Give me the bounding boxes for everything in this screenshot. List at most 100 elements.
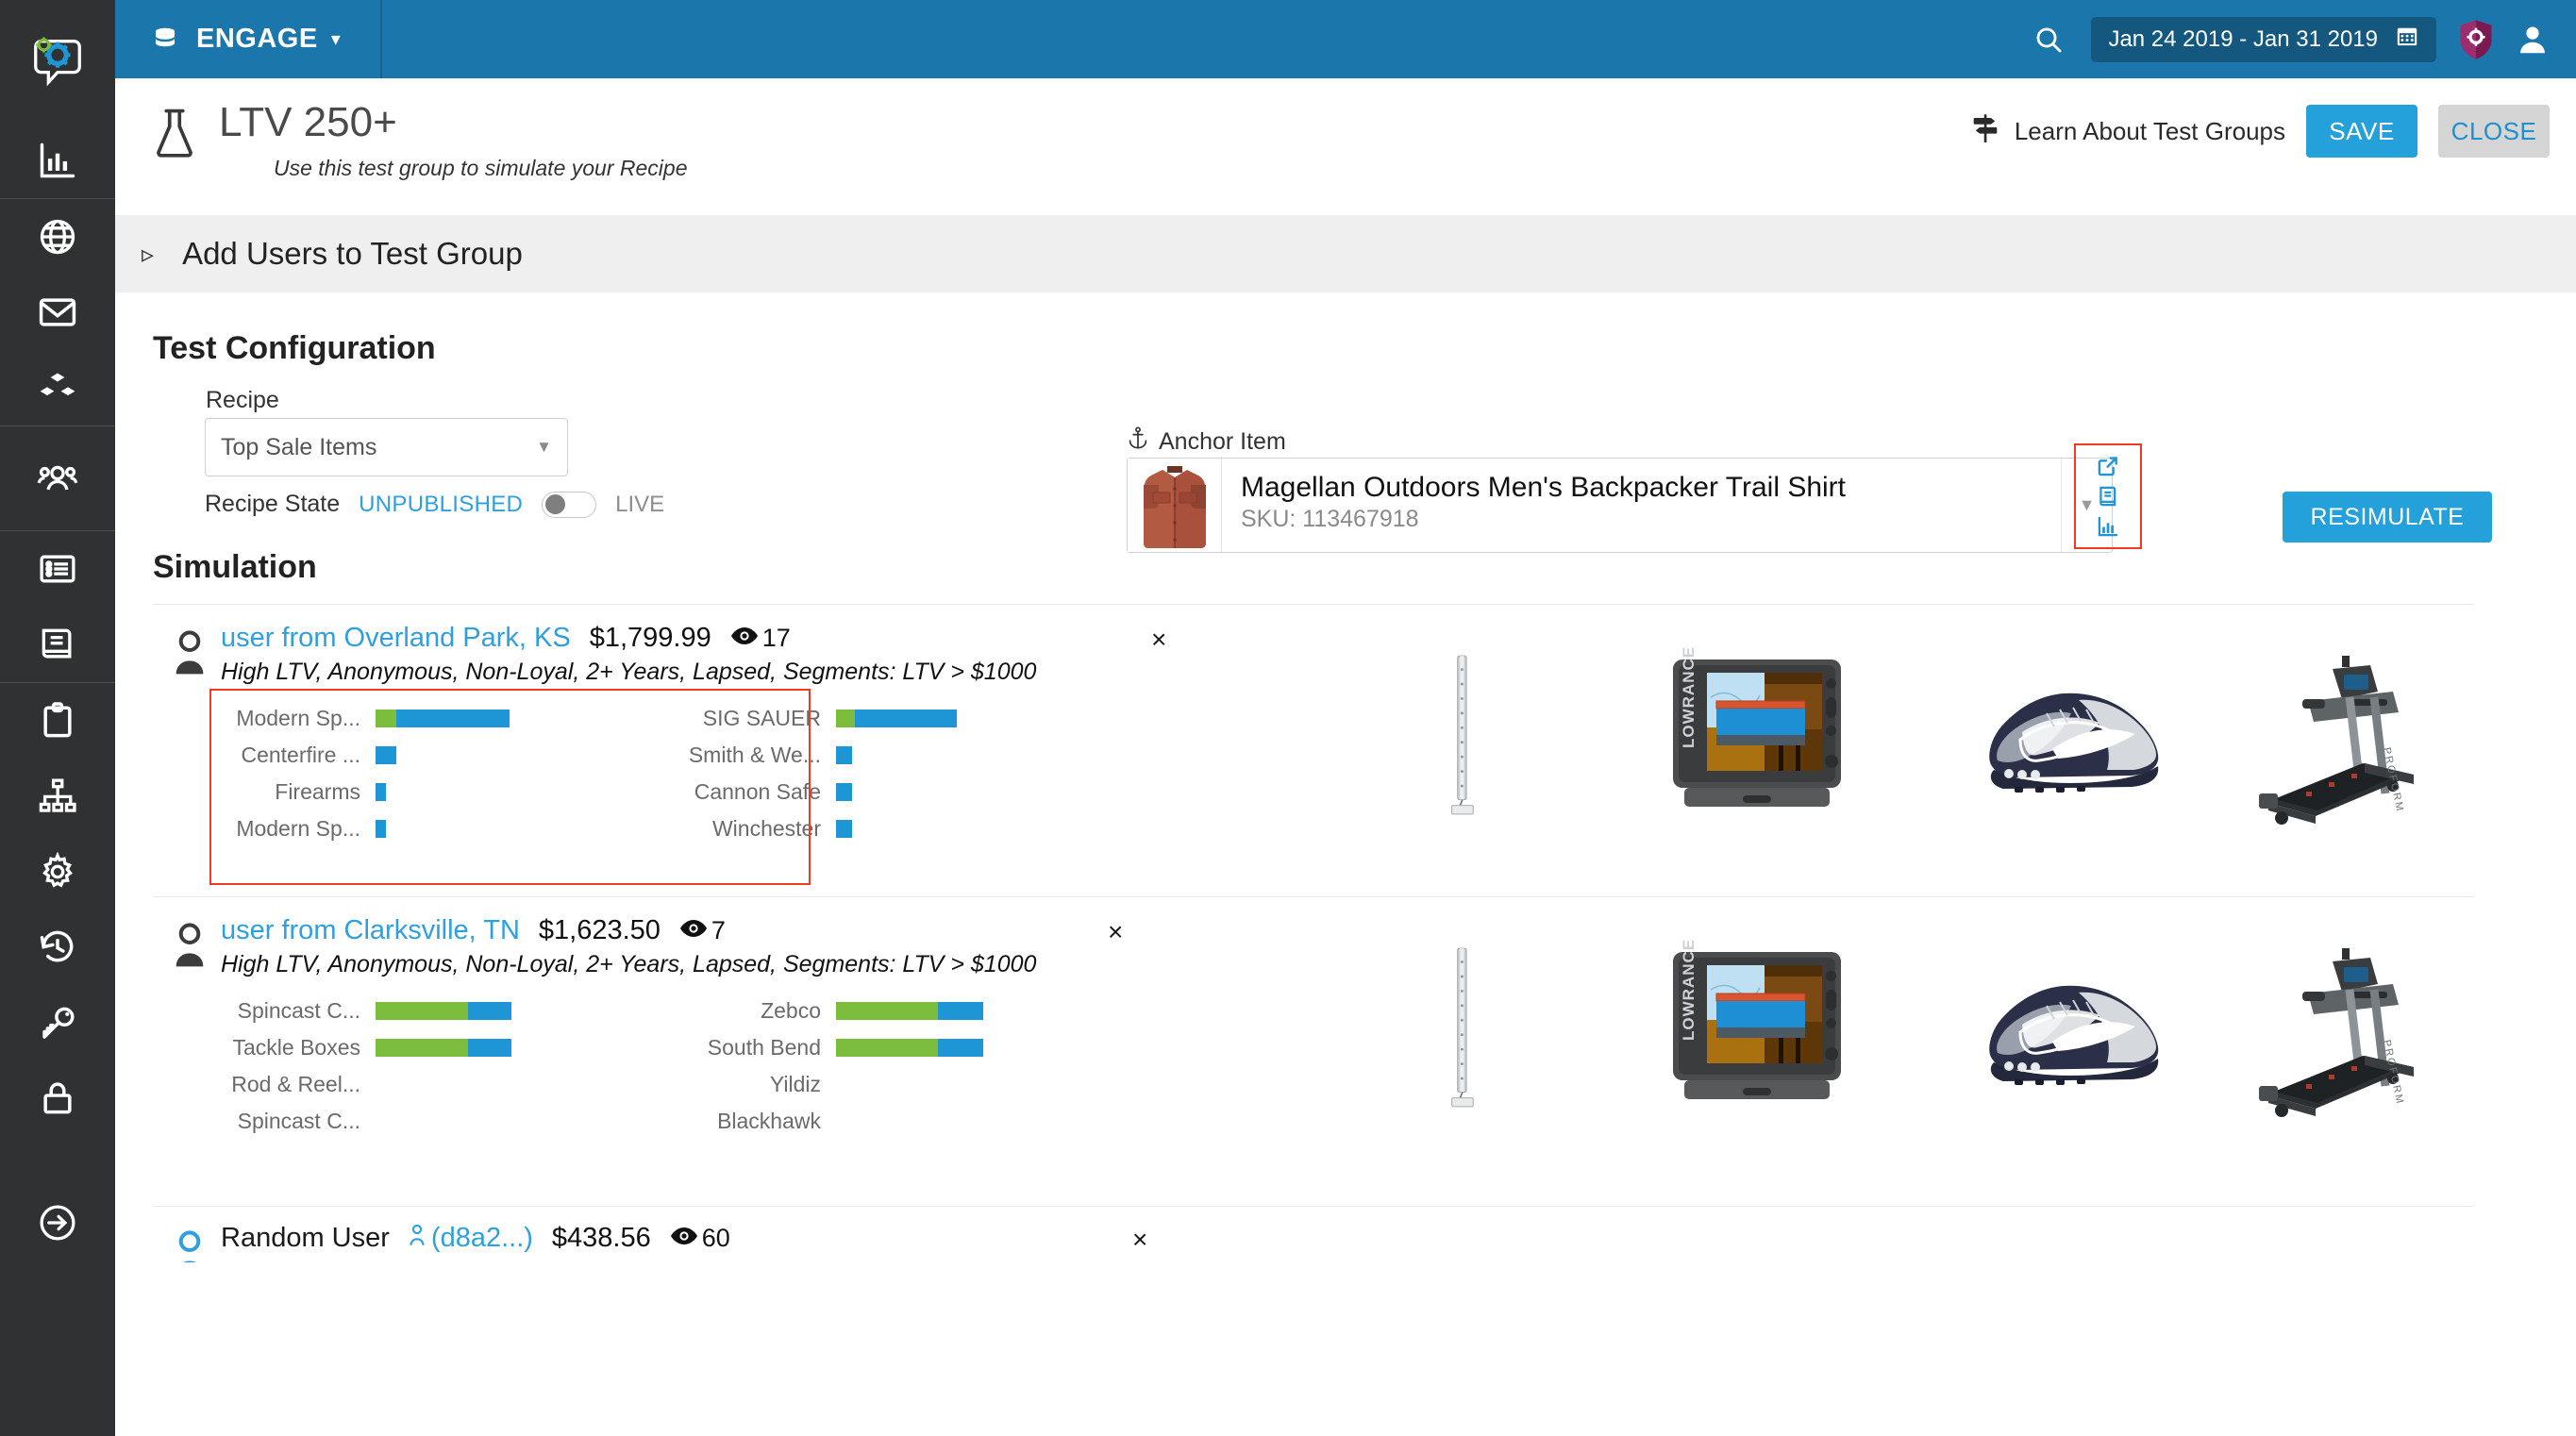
user-amount: $1,799.99 — [589, 623, 711, 653]
bar-segment-blue — [468, 1002, 511, 1020]
sidebar-group-4 — [0, 531, 115, 682]
add-users-to-test-group-section[interactable]: ▹ Add Users to Test Group — [115, 215, 2576, 292]
product-ladder-stand[interactable] — [1332, 640, 1599, 828]
anchor-item-select[interactable]: Magellan Outdoors Men's Backpacker Trail… — [1127, 458, 2113, 553]
sidebar-item-logout[interactable] — [0, 1185, 115, 1261]
recipe-select[interactable]: Top Sale Items ▼ — [205, 418, 568, 476]
sidebar-item-lists[interactable] — [0, 531, 115, 607]
analytics-bar-chart-icon — [37, 140, 78, 181]
learn-link-label: Learn About Test Groups — [2014, 116, 2285, 145]
bar-label: Smith & We... — [688, 743, 821, 767]
bar-label: Firearms — [275, 779, 360, 804]
remove-user-button[interactable]: × — [1132, 1225, 1147, 1255]
learn-about-test-groups-link[interactable]: Learn About Test Groups — [1969, 112, 2285, 151]
calendar-icon — [2395, 24, 2419, 55]
affinity-bars-categories: Modern Sp... Centerfire ... Firearms Modern… — [219, 706, 672, 842]
sidebar-item-analytics[interactable] — [0, 123, 115, 198]
sidebar-item-history[interactable] — [0, 910, 115, 985]
product-treadmill[interactable]: PROFORM — [2246, 932, 2513, 1121]
sidebar-item-security[interactable] — [0, 1060, 115, 1136]
date-range-picker[interactable]: Jan 24 2019 - Jan 31 2019 — [2091, 16, 2436, 62]
row-divider — [153, 604, 2474, 605]
product-nike-shoe[interactable] — [1941, 932, 2208, 1121]
brand-label: ENGAGE — [196, 24, 318, 54]
anchor-item-thumbnail — [1128, 459, 1222, 552]
lock-icon — [37, 1077, 78, 1119]
product-treadmill[interactable]: PROFORM — [2246, 640, 2513, 828]
bar-track — [376, 1002, 672, 1020]
recommended-products: LOWRANCE PROFORM — [1332, 932, 2512, 1121]
date-range-label: Jan 24 2019 - Jan 31 2019 — [2108, 25, 2378, 52]
bar-label: Rod & Reel... — [231, 1072, 360, 1096]
bar-label: Cannon Safe — [694, 779, 821, 804]
globe-icon — [37, 216, 78, 258]
sidebar-item-api-keys[interactable] — [0, 985, 115, 1060]
sidebar-item-hierarchy[interactable] — [0, 759, 115, 834]
sidebar-item-products[interactable] — [0, 350, 115, 426]
product-lowrance-fishfinder[interactable]: LOWRANCE — [1637, 640, 1904, 828]
user-avatar-icon[interactable] — [2516, 23, 2550, 57]
save-button[interactable]: SAVE — [2306, 105, 2417, 158]
sidebar-item-catalog[interactable] — [0, 607, 115, 682]
engage-logo-icon[interactable] — [0, 0, 115, 123]
product-lowrance-fishfinder[interactable]: LOWRANCE — [1637, 932, 1904, 1121]
toggle-knob — [545, 494, 566, 514]
bar-label: SIG SAUER — [702, 706, 821, 730]
bar-track — [836, 1002, 1132, 1020]
anchor-item-sku: SKU: 113467918 — [1241, 506, 1419, 532]
remove-user-button[interactable]: × — [1151, 625, 1166, 655]
bar-track — [376, 1039, 672, 1057]
product-ladder-stand[interactable] — [1332, 932, 1599, 1121]
book-icon[interactable] — [2096, 484, 2120, 509]
bar-segment-blue — [376, 783, 386, 801]
top-app-bar: ENGAGE ▾ Jan 24 2019 - Jan 31 2019 — [115, 0, 2576, 78]
recipe-selected-value: Top Sale Items — [221, 433, 377, 460]
bar-segment-green — [836, 1002, 938, 1020]
bar-chart-icon[interactable] — [2096, 514, 2120, 539]
anchor-item-label: Anchor Item — [1159, 428, 1286, 455]
external-link-icon[interactable] — [2096, 454, 2120, 478]
resimulate-button[interactable]: RESIMULATE — [2283, 492, 2492, 543]
user-name-link[interactable]: user from Clarksville, TN — [221, 915, 520, 946]
affinity-bars-categories: Spincast C... Tackle Boxes Rod & Reel... Sp… — [219, 998, 672, 1134]
bar-segment-blue — [938, 1002, 983, 1020]
anchor-item-meta: Magellan Outdoors Men's Backpacker Trail… — [1222, 459, 2061, 552]
user-amount: $1,623.50 — [538, 915, 661, 945]
envelope-icon — [37, 292, 78, 333]
recipe-state-label: Recipe State — [205, 491, 341, 517]
user-views: 17 — [730, 624, 791, 653]
close-button[interactable]: CLOSE — [2438, 105, 2550, 158]
sidebar-item-reports[interactable] — [0, 683, 115, 759]
recipe-state-row: Recipe State UNPUBLISHED LIVE — [205, 491, 664, 518]
user-name-link[interactable]: user from Overland Park, KS — [221, 623, 571, 654]
sidebar-group-5 — [0, 683, 115, 1136]
page-header-actions: Learn About Test Groups SAVE CLOSE — [1969, 105, 2550, 158]
blocks-icon — [37, 367, 78, 409]
key-icon — [37, 1002, 78, 1044]
search-icon[interactable] — [2027, 18, 2070, 61]
sidebar-item-settings[interactable] — [0, 834, 115, 910]
sidebar-item-email[interactable] — [0, 275, 115, 350]
anchor-item-name: Magellan Outdoors Men's Backpacker Trail… — [1241, 472, 1847, 503]
bar-label: Modern Sp... — [236, 706, 360, 730]
signpost-icon — [1969, 112, 2001, 151]
brand-menu[interactable]: ENGAGE ▾ — [115, 0, 382, 78]
sidebar-item-audiences[interactable] — [0, 426, 115, 530]
sidebar-item-web[interactable] — [0, 199, 115, 275]
user-id-label: (d8a2...) — [430, 1223, 533, 1253]
bar-track — [836, 710, 1132, 727]
bar-track — [836, 1076, 1132, 1094]
remove-user-button[interactable]: × — [1108, 917, 1123, 947]
shield-icon[interactable] — [2457, 19, 2495, 60]
product-nike-shoe[interactable] — [1941, 640, 2208, 828]
bar-track — [376, 820, 672, 838]
recommended-products: LOWRANCE PROFORM — [1332, 640, 2512, 828]
recipe-state-unpublished-label: UNPUBLISHED — [359, 491, 524, 517]
user-description: High LTV, Anonymous, Non-Loyal, 2+ Years… — [221, 659, 1037, 685]
bar-segment-blue — [376, 746, 396, 764]
user-id-link[interactable]: (d8a2...) — [409, 1223, 533, 1254]
bar-segment-blue — [855, 710, 957, 727]
bar-label: Yildiz — [769, 1072, 821, 1096]
flask-icon — [151, 107, 198, 164]
recipe-state-toggle[interactable] — [542, 491, 597, 518]
